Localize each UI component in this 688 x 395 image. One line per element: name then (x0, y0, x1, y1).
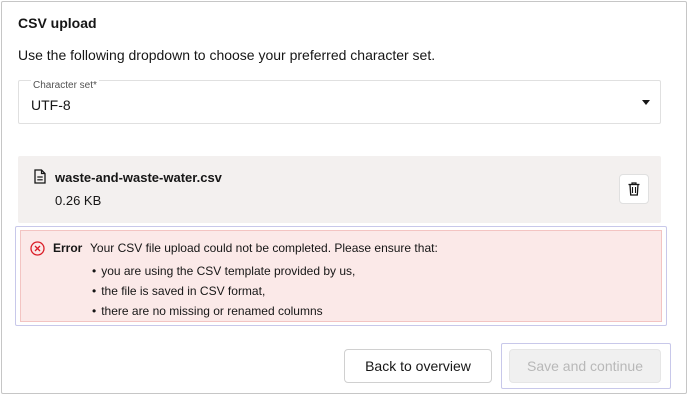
section-title: CSV upload (18, 15, 97, 31)
caret-down-icon[interactable] (642, 100, 650, 105)
error-circle-icon (30, 241, 45, 256)
trash-icon (628, 182, 640, 196)
file-size: 0.26 KB (55, 193, 102, 208)
character-set-value: UTF-8 (31, 97, 71, 113)
file-name: waste-and-waste-water.csv (55, 170, 222, 185)
section-description: Use the following dropdown to choose you… (18, 47, 436, 63)
character-set-label: Character set* (31, 80, 99, 91)
error-list-item: you are using the CSV template provided … (90, 261, 355, 281)
error-notification-focus: Error Your CSV file upload could not be … (15, 226, 667, 326)
uploaded-file-tile: waste-and-waste-water.csv 0.26 KB (18, 156, 661, 223)
error-list-item: there are no missing or renamed columns (90, 301, 355, 321)
character-set-select[interactable]: Character set* UTF-8 (18, 80, 661, 124)
save-and-continue-button[interactable]: Save and continue (509, 349, 661, 383)
document-icon (34, 169, 46, 184)
csv-upload-panel: CSV upload Use the following dropdown to… (1, 1, 687, 394)
error-list-item: the file is saved in CSV format, (90, 281, 355, 301)
error-list: you are using the CSV template provided … (90, 261, 355, 321)
error-message: Your CSV file upload could not be comple… (90, 241, 438, 255)
error-notification: Error Your CSV file upload could not be … (20, 230, 662, 322)
delete-file-button[interactable] (619, 174, 649, 204)
error-title: Error (53, 241, 83, 255)
back-to-overview-button[interactable]: Back to overview (344, 349, 492, 383)
